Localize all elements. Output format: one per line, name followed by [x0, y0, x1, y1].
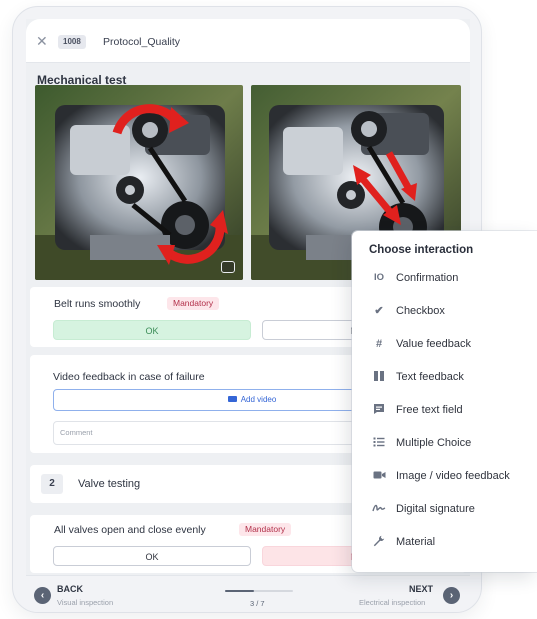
- menu-title: Choose interaction: [369, 244, 474, 256]
- menu-item-digital-signature[interactable]: Digital signature: [352, 494, 537, 524]
- step-number: 2: [41, 474, 63, 494]
- hash-icon: #: [375, 338, 383, 350]
- menu-item-label: Multiple Choice: [396, 437, 472, 449]
- choose-interaction-menu: Choose interaction IO Confirmation ✔ Che…: [352, 231, 537, 572]
- expand-icon[interactable]: [221, 261, 235, 273]
- camera-icon: [371, 469, 387, 483]
- menu-item-free-text-field[interactable]: Free text field: [352, 395, 537, 425]
- text-icon: [371, 370, 387, 384]
- mandatory-badge: Mandatory: [167, 297, 220, 310]
- check-icon: ✔: [374, 305, 384, 317]
- protocol-title: Protocol_Quality: [103, 36, 181, 48]
- next-label[interactable]: NEXT: [409, 584, 433, 594]
- menu-item-confirmation[interactable]: IO Confirmation: [352, 263, 537, 293]
- next-sublabel: Electrical inspection: [359, 598, 426, 607]
- bottom-nav: ‹ BACK Visual inspection 3 / 7 NEXT Elec…: [26, 575, 470, 612]
- step-label: Valve testing: [78, 478, 141, 490]
- engine-photo-left: [35, 85, 243, 280]
- list-icon: [371, 436, 387, 450]
- next-arrow-icon[interactable]: ›: [443, 587, 460, 604]
- ok-button[interactable]: OK: [53, 320, 251, 340]
- io-icon: IO: [373, 272, 385, 283]
- question-label: All valves open and close evenly: [54, 524, 206, 536]
- camera-icon: [227, 395, 237, 402]
- header-divider: [26, 62, 470, 63]
- menu-item-checkbox[interactable]: ✔ Checkbox: [352, 296, 537, 326]
- video-feedback-label: Video feedback in case of failure: [53, 371, 205, 383]
- ok-button[interactable]: OK: [53, 546, 251, 566]
- menu-item-material[interactable]: Material: [352, 527, 537, 557]
- menu-item-label: Value feedback: [396, 338, 472, 350]
- wrench-icon: [371, 535, 387, 549]
- progress-fill: [225, 590, 255, 592]
- page-indicator: 3 / 7: [250, 599, 265, 608]
- back-label[interactable]: BACK: [57, 584, 83, 594]
- menu-item-multiple-choice[interactable]: Multiple Choice: [352, 428, 537, 458]
- protocol-id-badge: 1008: [58, 35, 86, 49]
- header-bar: ✕ 1008 Protocol_Quality: [26, 19, 470, 63]
- menu-item-label: Image / video feedback: [396, 470, 510, 482]
- menu-item-label: Text feedback: [396, 371, 464, 383]
- close-icon[interactable]: ✕: [36, 34, 50, 48]
- back-arrow-icon[interactable]: ‹: [34, 587, 51, 604]
- menu-item-label: Confirmation: [396, 272, 459, 284]
- progress-bar: [225, 590, 293, 592]
- menu-item-label: Free text field: [396, 404, 463, 416]
- engine-image-rotation[interactable]: [35, 85, 243, 280]
- comment-icon: [371, 403, 387, 417]
- menu-item-label: Material: [396, 536, 436, 548]
- menu-item-image-video-feedback[interactable]: Image / video feedback: [352, 461, 537, 491]
- back-sublabel: Visual inspection: [57, 598, 114, 607]
- add-video-label: Add video: [240, 395, 277, 404]
- menu-item-text-feedback[interactable]: Text feedback: [352, 362, 537, 392]
- question-label: Belt runs smoothly: [54, 298, 141, 310]
- menu-item-label: Checkbox: [396, 305, 445, 317]
- signature-icon: [371, 502, 387, 516]
- mandatory-badge: Mandatory: [239, 523, 292, 536]
- menu-item-label: Digital signature: [396, 503, 475, 515]
- menu-item-value-feedback[interactable]: # Value feedback: [352, 329, 537, 359]
